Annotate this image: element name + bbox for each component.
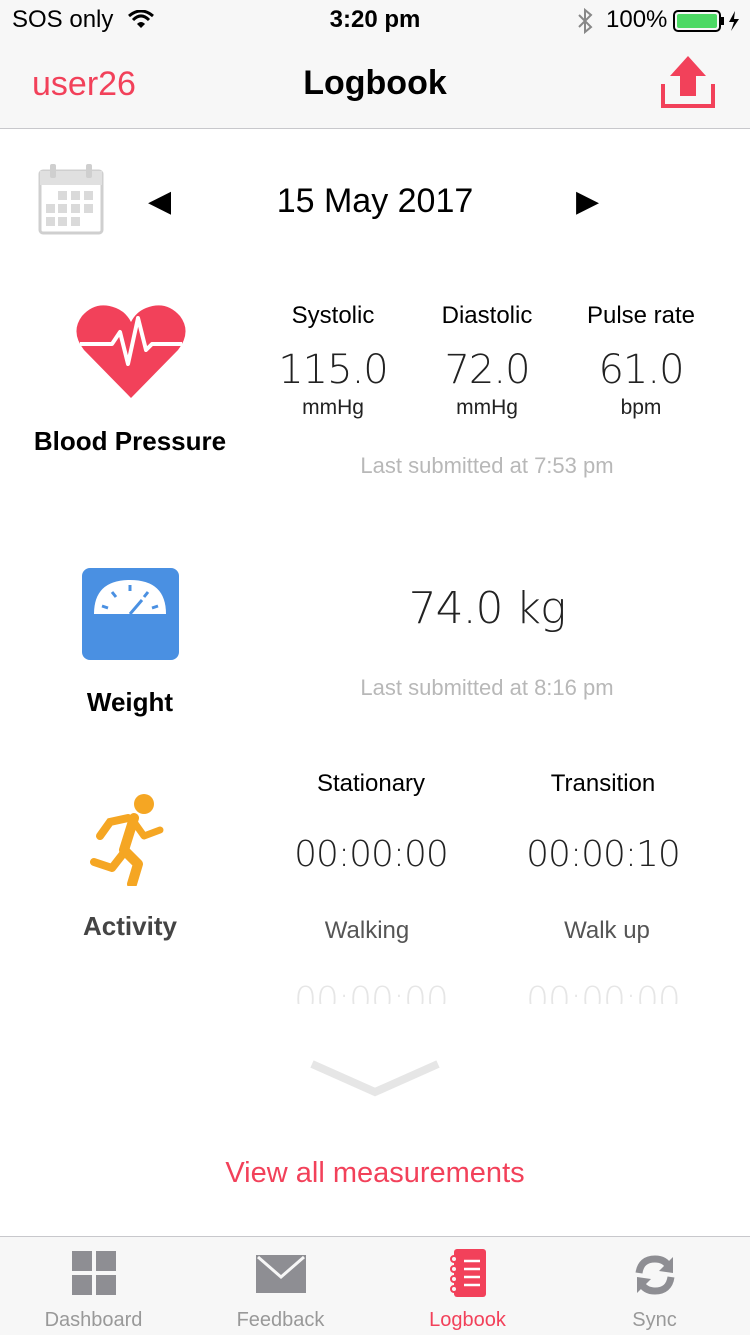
- transition-header: Transition: [550, 770, 656, 797]
- tab-dashboard[interactable]: Dashboard: [0, 1237, 187, 1335]
- systolic-header: Systolic: [291, 302, 375, 329]
- tab-sync[interactable]: Sync: [561, 1237, 748, 1335]
- notebook-icon: [449, 1249, 486, 1297]
- stationary-header: Stationary: [316, 770, 426, 797]
- pulse-rate-unit: bpm: [620, 396, 662, 419]
- activity-faded-row: 00:00:00 00:00:00: [262, 980, 712, 1004]
- view-all-measurements-link[interactable]: View all measurements: [0, 1157, 750, 1190]
- battery-icon: [673, 10, 739, 32]
- diastolic-header: Diastolic: [441, 302, 533, 329]
- systolic-unit: mmHg: [302, 396, 364, 419]
- weight-label: Weight: [86, 687, 174, 717]
- weight-last-submitted: Last submitted at 8:16 pm: [360, 675, 614, 700]
- walking-time: 00:00:00: [294, 980, 449, 1004]
- next-day-button[interactable]: ▶: [576, 184, 599, 219]
- page-title: Logbook: [303, 64, 447, 102]
- running-person-icon[interactable]: [88, 792, 166, 886]
- systolic-value: 115.0: [278, 347, 389, 393]
- activity-label: Activity: [83, 911, 177, 941]
- blood-pressure-label: Blood Pressure: [33, 426, 227, 456]
- status-bar: SOS only 3:20 pm 100%: [0, 0, 750, 40]
- tab-feedback[interactable]: Feedback: [187, 1237, 374, 1335]
- scale-icon[interactable]: [82, 568, 179, 660]
- transition-time: 00:00:10: [526, 834, 681, 875]
- tab-feedback-label: Feedback: [236, 1309, 325, 1331]
- battery-percent: 100%: [606, 6, 668, 33]
- nav-bar: user26 Logbook: [0, 40, 750, 129]
- pulse-rate-header: Pulse rate: [586, 302, 696, 329]
- weight-value: 74.0 kg: [408, 583, 567, 634]
- envelope-icon: [255, 1255, 306, 1293]
- tab-logbook[interactable]: Logbook: [374, 1237, 561, 1335]
- diastolic-value: 72.0: [444, 347, 530, 393]
- tab-logbook-label: Logbook: [429, 1309, 506, 1331]
- bp-last-submitted: Last submitted at 7:53 pm: [360, 453, 614, 478]
- upload-icon[interactable]: [660, 54, 716, 110]
- bluetooth-icon: [578, 8, 593, 34]
- calendar-icon[interactable]: [38, 163, 104, 235]
- chevron-down-icon[interactable]: [308, 1056, 442, 1098]
- stationary-time: 00:00:00: [294, 834, 449, 875]
- selected-date: 15 May 2017: [276, 182, 474, 220]
- dashboard-icon: [71, 1251, 116, 1295]
- tab-sync-label: Sync: [632, 1309, 677, 1331]
- heart-icon[interactable]: [76, 302, 186, 400]
- walk-up-time: 00:00:00: [526, 980, 681, 1004]
- diastolic-unit: mmHg: [456, 396, 518, 419]
- tab-bar: Dashboard Feedback Logbook Sync: [0, 1236, 750, 1335]
- tab-dashboard-label: Dashboard: [44, 1309, 143, 1331]
- walking-header: Walking: [324, 917, 410, 944]
- pulse-rate-value: 61.0: [598, 347, 684, 393]
- sync-icon: [635, 1255, 674, 1295]
- previous-day-button[interactable]: ◀: [148, 184, 171, 219]
- walk-up-header: Walk up: [564, 917, 650, 944]
